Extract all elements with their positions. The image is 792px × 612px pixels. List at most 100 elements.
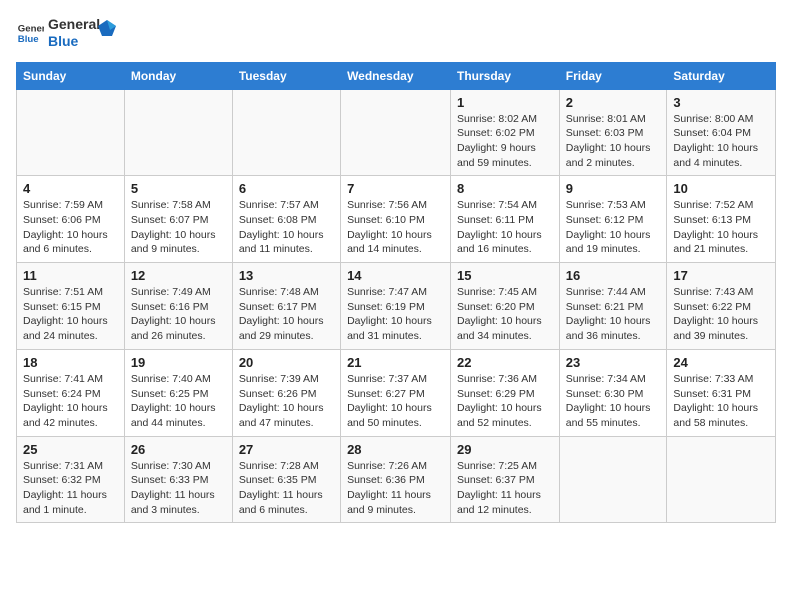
day-detail: Sunrise: 7:33 AM Sunset: 6:31 PM Dayligh…	[673, 372, 769, 431]
calendar-cell: 10Sunrise: 7:52 AM Sunset: 6:13 PM Dayli…	[667, 176, 776, 263]
calendar-week-row: 1 Sunrise: 8:02 AM Sunset: 6:02 PM Daylig…	[17, 89, 776, 176]
calendar-cell: 26 Sunrise: 7:30 AM Sunset: 6:33 PM Dayli…	[124, 436, 232, 523]
day-number: 17	[673, 268, 769, 283]
day-number: 14	[347, 268, 444, 283]
day-detail: Sunrise: 8:02 AM Sunset: 6:02 PM Dayligh…	[457, 112, 553, 171]
calendar-cell: 17 Sunrise: 7:43 AM Sunset: 6:22 PM Dayli…	[667, 263, 776, 350]
calendar-cell: 9 Sunrise: 7:53 AM Sunset: 6:12 PM Daylig…	[559, 176, 667, 263]
day-number: 21	[347, 355, 444, 370]
calendar-cell: 4 Sunrise: 7:59 AM Sunset: 6:06 PM Daylig…	[17, 176, 125, 263]
day-detail: Sunrise: 7:34 AM Sunset: 6:30 PM Dayligh…	[566, 372, 661, 431]
day-detail: Sunrise: 7:44 AM Sunset: 6:21 PM Dayligh…	[566, 285, 661, 344]
weekday-header-thursday: Thursday	[451, 62, 560, 89]
calendar-cell: 2 Sunrise: 8:01 AM Sunset: 6:03 PM Daylig…	[559, 89, 667, 176]
day-detail: Sunrise: 7:54 AM Sunset: 6:11 PM Dayligh…	[457, 198, 553, 257]
day-number: 4	[23, 181, 118, 196]
day-number: 1	[457, 95, 553, 110]
weekday-header-sunday: Sunday	[17, 62, 125, 89]
day-number: 28	[347, 442, 444, 457]
calendar-cell: 25 Sunrise: 7:31 AM Sunset: 6:32 PM Dayli…	[17, 436, 125, 523]
calendar-cell: 15 Sunrise: 7:45 AM Sunset: 6:20 PM Dayli…	[451, 263, 560, 350]
svg-text:General: General	[18, 23, 44, 34]
calendar-cell: 19Sunrise: 7:40 AM Sunset: 6:25 PM Dayli…	[124, 349, 232, 436]
day-number: 2	[566, 95, 661, 110]
calendar-cell	[17, 89, 125, 176]
day-number: 24	[673, 355, 769, 370]
weekday-header-wednesday: Wednesday	[341, 62, 451, 89]
day-detail: Sunrise: 7:49 AM Sunset: 6:16 PM Dayligh…	[131, 285, 226, 344]
day-number: 25	[23, 442, 118, 457]
calendar-cell: 18 Sunrise: 7:41 AM Sunset: 6:24 PM Dayli…	[17, 349, 125, 436]
calendar-table: SundayMondayTuesdayWednesdayThursdayFrid…	[16, 62, 776, 524]
logo-icon: General Blue	[16, 19, 44, 47]
calendar-cell: 27 Sunrise: 7:28 AM Sunset: 6:35 PM Dayli…	[232, 436, 340, 523]
calendar-cell: 8 Sunrise: 7:54 AM Sunset: 6:11 PM Daylig…	[451, 176, 560, 263]
calendar-cell: 3Sunrise: 8:00 AM Sunset: 6:04 PM Daylig…	[667, 89, 776, 176]
calendar-cell: 12Sunrise: 7:49 AM Sunset: 6:16 PM Dayli…	[124, 263, 232, 350]
day-detail: Sunrise: 7:37 AM Sunset: 6:27 PM Dayligh…	[347, 372, 444, 431]
calendar-cell: 11 Sunrise: 7:51 AM Sunset: 6:15 PM Dayli…	[17, 263, 125, 350]
day-number: 16	[566, 268, 661, 283]
day-number: 8	[457, 181, 553, 196]
weekday-header-row: SundayMondayTuesdayWednesdayThursdayFrid…	[17, 62, 776, 89]
page-header: General Blue General Blue	[16, 16, 776, 50]
day-number: 22	[457, 355, 553, 370]
calendar-week-row: 4 Sunrise: 7:59 AM Sunset: 6:06 PM Daylig…	[17, 176, 776, 263]
weekday-header-tuesday: Tuesday	[232, 62, 340, 89]
day-detail: Sunrise: 7:59 AM Sunset: 6:06 PM Dayligh…	[23, 198, 118, 257]
calendar-cell: 28 Sunrise: 7:26 AM Sunset: 6:36 PM Dayli…	[341, 436, 451, 523]
day-detail: Sunrise: 7:30 AM Sunset: 6:33 PM Dayligh…	[131, 459, 226, 518]
calendar-cell	[341, 89, 451, 176]
calendar-cell: 13 Sunrise: 7:48 AM Sunset: 6:17 PM Dayli…	[232, 263, 340, 350]
calendar-cell: 21 Sunrise: 7:37 AM Sunset: 6:27 PM Dayli…	[341, 349, 451, 436]
day-detail: Sunrise: 7:36 AM Sunset: 6:29 PM Dayligh…	[457, 372, 553, 431]
logo: General Blue General Blue	[16, 16, 118, 50]
logo-general: General	[48, 16, 100, 33]
day-detail: Sunrise: 7:39 AM Sunset: 6:26 PM Dayligh…	[239, 372, 334, 431]
calendar-cell: 14 Sunrise: 7:47 AM Sunset: 6:19 PM Dayli…	[341, 263, 451, 350]
day-number: 5	[131, 181, 226, 196]
day-detail: Sunrise: 7:41 AM Sunset: 6:24 PM Dayligh…	[23, 372, 118, 431]
day-detail: Sunrise: 7:53 AM Sunset: 6:12 PM Dayligh…	[566, 198, 661, 257]
day-number: 10	[673, 181, 769, 196]
calendar-cell: 6Sunrise: 7:57 AM Sunset: 6:08 PM Daylig…	[232, 176, 340, 263]
day-detail: Sunrise: 7:51 AM Sunset: 6:15 PM Dayligh…	[23, 285, 118, 344]
logo-blue: Blue	[48, 33, 100, 50]
calendar-cell: 7Sunrise: 7:56 AM Sunset: 6:10 PM Daylig…	[341, 176, 451, 263]
weekday-header-monday: Monday	[124, 62, 232, 89]
day-number: 9	[566, 181, 661, 196]
calendar-cell: 24 Sunrise: 7:33 AM Sunset: 6:31 PM Dayli…	[667, 349, 776, 436]
day-number: 23	[566, 355, 661, 370]
day-number: 15	[457, 268, 553, 283]
day-detail: Sunrise: 7:31 AM Sunset: 6:32 PM Dayligh…	[23, 459, 118, 518]
day-detail: Sunrise: 7:47 AM Sunset: 6:19 PM Dayligh…	[347, 285, 444, 344]
day-number: 29	[457, 442, 553, 457]
day-number: 26	[131, 442, 226, 457]
calendar-week-row: 18 Sunrise: 7:41 AM Sunset: 6:24 PM Dayli…	[17, 349, 776, 436]
day-detail: Sunrise: 7:58 AM Sunset: 6:07 PM Dayligh…	[131, 198, 226, 257]
calendar-week-row: 25 Sunrise: 7:31 AM Sunset: 6:32 PM Dayli…	[17, 436, 776, 523]
day-detail: Sunrise: 7:28 AM Sunset: 6:35 PM Dayligh…	[239, 459, 334, 518]
svg-text:Blue: Blue	[18, 34, 39, 45]
weekday-header-saturday: Saturday	[667, 62, 776, 89]
calendar-cell: 22 Sunrise: 7:36 AM Sunset: 6:29 PM Dayli…	[451, 349, 560, 436]
day-detail: Sunrise: 7:25 AM Sunset: 6:37 PM Dayligh…	[457, 459, 553, 518]
calendar-cell: 16 Sunrise: 7:44 AM Sunset: 6:21 PM Dayli…	[559, 263, 667, 350]
day-detail: Sunrise: 8:01 AM Sunset: 6:03 PM Dayligh…	[566, 112, 661, 171]
day-detail: Sunrise: 7:45 AM Sunset: 6:20 PM Dayligh…	[457, 285, 553, 344]
day-detail: Sunrise: 7:26 AM Sunset: 6:36 PM Dayligh…	[347, 459, 444, 518]
day-number: 3	[673, 95, 769, 110]
calendar-cell: 29 Sunrise: 7:25 AM Sunset: 6:37 PM Dayli…	[451, 436, 560, 523]
calendar-week-row: 11 Sunrise: 7:51 AM Sunset: 6:15 PM Dayli…	[17, 263, 776, 350]
calendar-cell	[124, 89, 232, 176]
calendar-cell: 1 Sunrise: 8:02 AM Sunset: 6:02 PM Daylig…	[451, 89, 560, 176]
calendar-cell	[559, 436, 667, 523]
day-number: 13	[239, 268, 334, 283]
day-detail: Sunrise: 7:43 AM Sunset: 6:22 PM Dayligh…	[673, 285, 769, 344]
day-number: 18	[23, 355, 118, 370]
day-number: 20	[239, 355, 334, 370]
day-number: 27	[239, 442, 334, 457]
day-detail: Sunrise: 7:48 AM Sunset: 6:17 PM Dayligh…	[239, 285, 334, 344]
day-number: 11	[23, 268, 118, 283]
calendar-cell	[232, 89, 340, 176]
